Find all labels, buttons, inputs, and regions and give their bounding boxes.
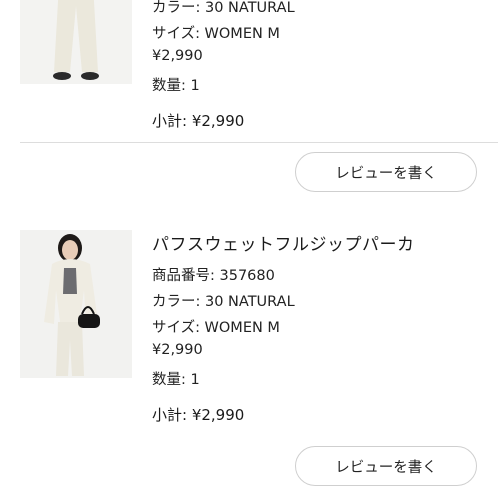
write-review-button[interactable]: レビューを書く bbox=[295, 152, 477, 192]
order-item: パフスウェットフルジップパーカ 商品番号: 357680 カラー: 30 NAT… bbox=[0, 228, 498, 498]
item-divider bbox=[20, 142, 498, 143]
product-title[interactable]: パフスウェットフルジップパーカ bbox=[152, 230, 415, 255]
price-text: ¥2,990 bbox=[152, 342, 203, 358]
product-image[interactable] bbox=[20, 230, 132, 378]
subtotal-text: 小計: ¥2,990 bbox=[152, 112, 245, 130]
size-text: サイズ: WOMEN M bbox=[152, 320, 280, 336]
size-text: サイズ: WOMEN M bbox=[152, 26, 280, 42]
order-item: カラー: 30 NATURAL サイズ: WOMEN M ¥2,990 数量: … bbox=[0, 0, 498, 204]
color-text: カラー: 30 NATURAL bbox=[152, 0, 295, 16]
subtotal-text: 小計: ¥2,990 bbox=[152, 406, 245, 424]
write-review-button[interactable]: レビューを書く bbox=[295, 446, 477, 486]
color-text: カラー: 30 NATURAL bbox=[152, 294, 295, 310]
quantity-text: 数量: 1 bbox=[152, 372, 200, 388]
price-text: ¥2,990 bbox=[152, 48, 203, 64]
product-number-text: 商品番号: 357680 bbox=[152, 268, 275, 284]
product-image[interactable] bbox=[20, 0, 132, 84]
quantity-text: 数量: 1 bbox=[152, 78, 200, 94]
